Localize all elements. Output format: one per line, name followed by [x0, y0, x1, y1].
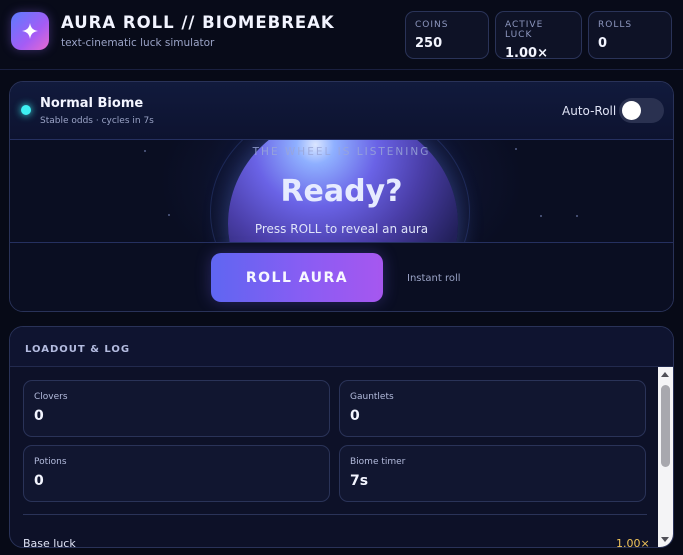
- app-title: AURA ROLL // BIOMEBREAK: [61, 13, 335, 32]
- biome-indicator-icon: [21, 105, 31, 115]
- coins-stat: COINS 250: [405, 11, 489, 59]
- roll-actions: ROLL AURA Instant roll: [10, 242, 673, 311]
- scroll-up-icon[interactable]: [661, 372, 669, 377]
- rolls-stat: ROLLS 0: [588, 11, 672, 59]
- coins-label: COINS: [415, 20, 449, 30]
- rolls-value: 0: [598, 36, 608, 51]
- star-dot: [168, 214, 170, 216]
- autoroll-label: Auto-Roll: [562, 104, 617, 118]
- loadout-body[interactable]: Clovers 0 Gauntlets 0 Potions 0 Biome ti…: [10, 367, 660, 548]
- biome-bar: Normal Biome Stable odds · cycles in 7s …: [10, 82, 673, 140]
- rolls-label: ROLLS: [598, 20, 633, 30]
- loadout-scrollbar[interactable]: [658, 367, 673, 547]
- toggle-knob: [622, 101, 641, 120]
- stage-caption: THE WHEEL IS LISTENING: [252, 146, 431, 158]
- potions-label: Potions: [34, 457, 67, 467]
- autoroll-toggle[interactable]: [619, 98, 664, 123]
- clovers-value: 0: [34, 408, 44, 424]
- stage-headline: Ready?: [280, 174, 403, 209]
- biome-timer-card: Biome timer 7s: [339, 445, 646, 502]
- loadout-header: LOADOUT & LOG: [10, 327, 673, 367]
- coins-value: 250: [415, 36, 443, 51]
- app-subtitle: text-cinematic luck simulator: [61, 37, 215, 49]
- potions-value: 0: [34, 473, 44, 489]
- roll-hint: Instant roll: [407, 273, 461, 284]
- potions-card: Potions 0: [23, 445, 330, 502]
- biome-description: Stable odds · cycles in 7s: [40, 116, 154, 126]
- clovers-label: Clovers: [34, 392, 68, 402]
- scroll-thumb[interactable]: [661, 385, 670, 467]
- biome-name: Normal Biome: [40, 96, 144, 111]
- base-luck-label: Base luck: [23, 537, 76, 548]
- roll-aura-button[interactable]: ROLL AURA: [211, 253, 383, 302]
- active-luck-label: ACTIVE LUCK: [505, 20, 544, 40]
- sparkle-icon: [11, 12, 49, 50]
- app-header: AURA ROLL // BIOMEBREAK text-cinematic l…: [0, 0, 683, 70]
- scroll-down-icon[interactable]: [661, 537, 669, 542]
- stage-hint: Press ROLL to reveal an aura: [254, 222, 429, 236]
- aura-stage: THE WHEEL IS LISTENING Ready? Press ROLL…: [10, 140, 673, 242]
- active-luck-stat: ACTIVE LUCK 1.00×: [495, 11, 582, 61]
- gauntlets-card: Gauntlets 0: [339, 380, 646, 437]
- gauntlets-value: 0: [350, 408, 360, 424]
- biome-timer-value: 7s: [350, 473, 369, 489]
- roll-panel: Normal Biome Stable odds · cycles in 7s …: [9, 81, 674, 312]
- base-luck-value: 1.00×: [616, 537, 650, 548]
- active-luck-value: 1.00×: [505, 46, 548, 61]
- clovers-card: Clovers 0: [23, 380, 330, 437]
- loadout-panel: LOADOUT & LOG Clovers 0 Gauntlets 0 Poti…: [9, 326, 674, 548]
- star-dot: [540, 215, 542, 217]
- biome-timer-label: Biome timer: [350, 457, 406, 467]
- gauntlets-label: Gauntlets: [350, 392, 394, 402]
- star-dot: [576, 215, 578, 217]
- loadout-divider: [23, 514, 647, 515]
- loadout-title: LOADOUT & LOG: [25, 344, 131, 355]
